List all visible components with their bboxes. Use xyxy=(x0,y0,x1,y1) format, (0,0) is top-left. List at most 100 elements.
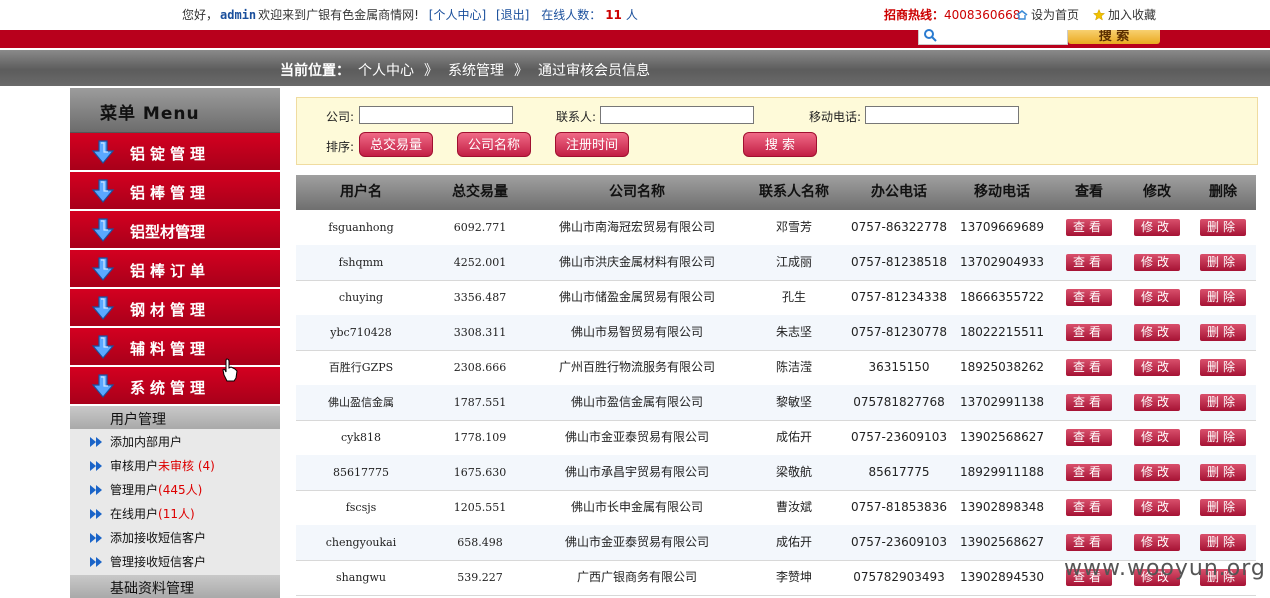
edit-button[interactable]: 修改 xyxy=(1134,499,1180,516)
edit-button[interactable]: 修改 xyxy=(1134,289,1180,306)
sub-item-online-users[interactable]: 在线用户(11人) xyxy=(90,505,195,525)
sub-item-count: 未审核 (4) xyxy=(158,459,215,473)
hotline-number: 4008360668 xyxy=(944,8,1021,22)
edit-button[interactable]: 修改 xyxy=(1134,464,1180,481)
delete-button[interactable]: 删除 xyxy=(1200,289,1246,306)
sidebar-item-label: 铝棒订单 xyxy=(130,262,211,280)
sub-item-review-users[interactable]: 审核用户未审核 (4) xyxy=(90,457,215,477)
cell-volume: 1675.630 xyxy=(453,466,507,479)
contact-input[interactable] xyxy=(600,106,754,124)
edit-button[interactable]: 修改 xyxy=(1134,394,1180,411)
online-count: 11 xyxy=(605,8,622,22)
cell-contact: 邓雪芳 xyxy=(775,220,812,234)
sort-by-company-button[interactable]: 公司名称 xyxy=(457,132,531,157)
cell-contact: 陈洁滢 xyxy=(775,360,812,374)
sub-section-basic-data[interactable]: 基础资料管理 xyxy=(70,575,280,598)
filter-search-button[interactable]: 搜 索 xyxy=(743,132,817,157)
sidebar-item-aluminum-profile[interactable]: 铝型材管理 xyxy=(70,211,280,250)
cell-volume: 4252.001 xyxy=(453,256,507,269)
table-row: 85617775 1675.630 佛山市承昌宇贸易有限公司 梁敬航 85617775 1… xyxy=(296,455,1256,491)
double-arrow-icon xyxy=(90,509,102,519)
logout-link[interactable]: [退出] xyxy=(496,8,529,22)
sub-item-label: 审核用户 xyxy=(110,459,159,473)
search-input[interactable] xyxy=(918,29,1068,45)
sidebar-item-aluminum-ingot[interactable]: 铝锭管理 xyxy=(70,133,280,172)
cell-username: 百胜行GZPS xyxy=(328,361,394,374)
cell-office: 36315150 xyxy=(868,360,930,374)
sort-label: 排序: xyxy=(326,140,355,154)
sub-item-add-sms-client[interactable]: 添加接收短信客户 xyxy=(90,529,206,549)
delete-button[interactable]: 删除 xyxy=(1200,464,1246,481)
sort-by-register-time-button[interactable]: 注册时间 xyxy=(555,132,629,157)
sidebar-item-steel[interactable]: 钢材管理 xyxy=(70,289,280,328)
mobile-label: 移动电话: xyxy=(809,110,862,124)
sidebar-item-auxiliary[interactable]: 辅料管理 xyxy=(70,328,280,367)
view-button[interactable]: 查看 xyxy=(1066,499,1112,516)
cell-volume: 1778.109 xyxy=(453,431,507,444)
cell-office: 0757-81238518 xyxy=(851,255,947,269)
sidebar-item-label: 铝锭管理 xyxy=(130,145,211,163)
breadcrumb-item-personal-center[interactable]: 个人中心 xyxy=(358,63,414,79)
welcome-message: 您好， admin 欢迎来到广银有色金属商情网! [个人中心] [退出] 在线人数：… xyxy=(182,6,638,23)
header-search-button[interactable]: 搜 索 xyxy=(1068,30,1160,44)
table-header: 用户名 总交易量 公司名称 联系人名称 办公电话 移动电话 查看 修改 删除 xyxy=(296,175,1256,210)
edit-button[interactable]: 修改 xyxy=(1134,254,1180,271)
down-arrow-icon xyxy=(91,374,115,398)
sub-item-manage-sms-clients[interactable]: 管理接收短信客户 xyxy=(90,553,206,573)
delete-button[interactable]: 删除 xyxy=(1200,359,1246,376)
view-button[interactable]: 查看 xyxy=(1066,534,1112,551)
cell-volume: 3308.311 xyxy=(453,326,507,339)
cell-contact: 李赞坤 xyxy=(775,570,812,584)
edit-button[interactable]: 修改 xyxy=(1134,359,1180,376)
sidebar-item-system[interactable]: 系统管理 xyxy=(70,367,280,406)
delete-button[interactable]: 删除 xyxy=(1200,499,1246,516)
cell-company: 佛山市洪庆金属材料有限公司 xyxy=(558,255,715,269)
sub-section-user-management[interactable]: 用户管理 xyxy=(70,406,280,429)
cell-company: 佛山市金亚泰贸易有限公司 xyxy=(564,430,709,444)
mobile-input[interactable] xyxy=(865,106,1019,124)
cell-username: fshqmm xyxy=(338,256,384,269)
column-header-edit: 修改 xyxy=(1143,184,1171,200)
view-button[interactable]: 查看 xyxy=(1066,289,1112,306)
sub-item-add-internal-user[interactable]: 添加内部用户 xyxy=(90,433,182,453)
delete-button[interactable]: 删除 xyxy=(1200,429,1246,446)
cell-contact: 孔生 xyxy=(781,290,806,304)
view-button[interactable]: 查看 xyxy=(1066,324,1112,341)
delete-button[interactable]: 删除 xyxy=(1200,394,1246,411)
edit-button[interactable]: 修改 xyxy=(1134,429,1180,446)
breadcrumb-bar: 当前位置： 个人中心》系统管理》通过审核会员信息 xyxy=(0,50,1270,86)
edit-button[interactable]: 修改 xyxy=(1134,534,1180,551)
cell-company: 广西广银商务有限公司 xyxy=(576,570,697,584)
view-button[interactable]: 查看 xyxy=(1066,394,1112,411)
cell-username: fsguanhong xyxy=(328,221,394,234)
sidebar-item-aluminum-rod[interactable]: 铝棒管理 xyxy=(70,172,280,211)
personal-center-link[interactable]: [个人中心] xyxy=(429,8,486,22)
edit-button[interactable]: 修改 xyxy=(1134,324,1180,341)
edit-button[interactable]: 修改 xyxy=(1134,219,1180,236)
breadcrumb: 当前位置： 个人中心》系统管理》通过审核会员信息 xyxy=(280,60,650,80)
add-favorite-link[interactable]: 加入收藏 xyxy=(1093,6,1156,23)
delete-button[interactable]: 删除 xyxy=(1200,254,1246,271)
set-homepage-link[interactable]: 设为首页 xyxy=(1016,6,1079,23)
hand-cursor-icon xyxy=(222,358,238,382)
sidebar-item-label: 辅料管理 xyxy=(130,340,211,358)
company-input[interactable] xyxy=(359,106,513,124)
delete-button[interactable]: 删除 xyxy=(1200,219,1246,236)
column-header-view: 查看 xyxy=(1075,184,1103,200)
view-button[interactable]: 查看 xyxy=(1066,219,1112,236)
delete-button[interactable]: 删除 xyxy=(1200,534,1246,551)
sidebar-item-rod-order[interactable]: 铝棒订单 xyxy=(70,250,280,289)
column-header-username: 用户名 xyxy=(340,184,382,200)
view-button[interactable]: 查看 xyxy=(1066,464,1112,481)
column-header-contact-name: 联系人名称 xyxy=(759,184,829,200)
view-button[interactable]: 查看 xyxy=(1066,254,1112,271)
view-button[interactable]: 查看 xyxy=(1066,429,1112,446)
delete-button[interactable]: 删除 xyxy=(1200,324,1246,341)
breadcrumb-item-system-management[interactable]: 系统管理 xyxy=(448,63,504,79)
cell-company: 佛山市承昌宇贸易有限公司 xyxy=(564,465,709,479)
sub-item-manage-users[interactable]: 管理用户(445人) xyxy=(90,481,202,501)
cell-username: chengyoukai xyxy=(325,536,397,549)
sort-by-volume-button[interactable]: 总交易量 xyxy=(359,132,433,157)
view-button[interactable]: 查看 xyxy=(1066,359,1112,376)
cell-company: 佛山市长申金属有限公司 xyxy=(570,500,703,514)
